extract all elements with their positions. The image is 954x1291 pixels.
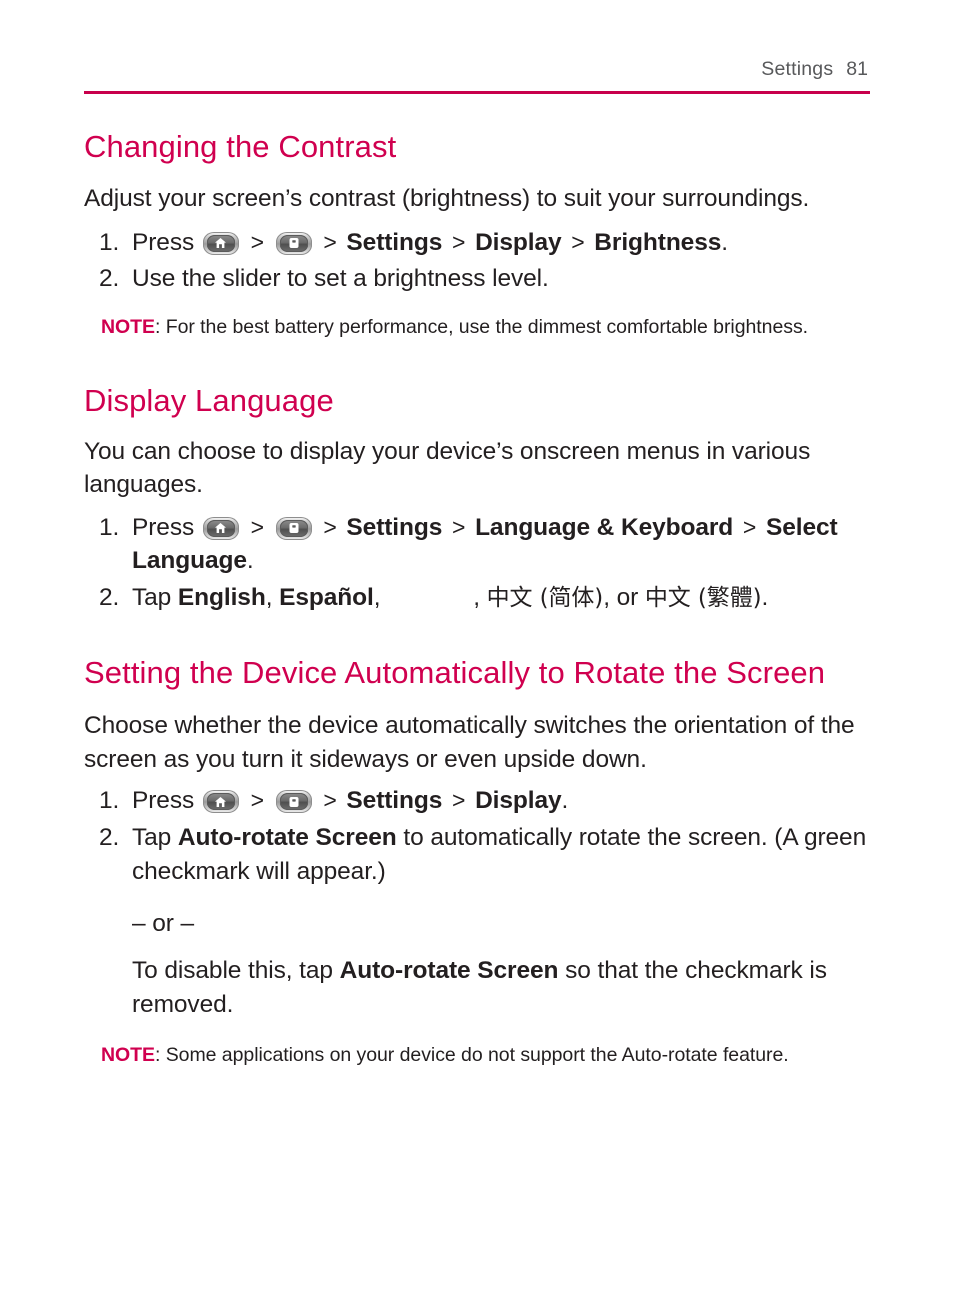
page-header: Settings 81 [84, 0, 870, 81]
step-number: 2. [99, 584, 120, 612]
section-body-display-language: You can choose to display your device’s … [84, 437, 811, 499]
step-separator: > [452, 513, 466, 540]
step-separator: > [250, 228, 264, 255]
step-separator: > [323, 228, 337, 255]
step-separator: > [323, 787, 337, 814]
step-text-tap: Tap [132, 823, 172, 851]
menu-key-icon [275, 231, 312, 255]
page-bottom-spacer [84, 1068, 870, 1069]
alternate-prefix: To disable this, tap [132, 957, 333, 985]
steps-list-display-language: 1. Press > > Settings > Language & Keybo… [84, 502, 870, 615]
step-number: 1. [99, 787, 120, 815]
conjunction-or: , or [603, 584, 639, 612]
language-option-simplified-chinese: 中文 (简体) [486, 585, 604, 612]
language-option-espanol: Español [279, 584, 374, 612]
page-number: 81 [846, 58, 868, 80]
steps-list-changing-the-contrast: 1. Press > > Settings > Display > Bright… [84, 216, 870, 297]
step-number: 2. [99, 265, 120, 293]
step-separator: > [452, 228, 466, 255]
section-body-auto-rotate-screen: Choose whether the device automatically … [84, 712, 855, 773]
step-period: . [721, 228, 728, 256]
step-bold-brightness: Brightness [594, 228, 722, 256]
section-title-auto-rotate-screen: Setting the Device Automatically to Rota… [84, 655, 826, 691]
step-text-press: Press [132, 513, 195, 541]
steps-list-auto-rotate-screen: 1. Press > > Settings > Display. 2. Tap … [84, 776, 870, 1022]
step-text-tap: Tap [132, 584, 172, 612]
step-item: 2. Tap Auto-rotate Screen to automatical… [84, 821, 870, 1022]
step-number: 1. [99, 513, 120, 541]
setting-name-auto-rotate-screen: Auto-rotate Screen [177, 823, 397, 851]
or-divider: – or – [132, 909, 195, 937]
note-label: NOTE [101, 316, 155, 339]
step-bold-settings: Settings [346, 228, 443, 256]
note-label: NOTE [101, 1043, 155, 1066]
step-period: . [761, 584, 769, 612]
step-item: 2. Tap English, Español, , 中文 (简体), or 中… [84, 581, 870, 615]
step-separator: > [742, 513, 757, 540]
step-number: 2. [99, 823, 120, 851]
note-callout-auto-rotate: NOTE: Some applications on your device d… [84, 1022, 870, 1068]
step-separator: > [452, 787, 466, 814]
step-bold-language-keyboard: Language & Keyboard [475, 513, 734, 541]
note-callout-brightness: NOTE: For the best battery performance, … [84, 296, 870, 340]
step-separator: > [250, 513, 264, 540]
setting-name-auto-rotate-screen: Auto-rotate Screen [339, 957, 559, 985]
step-period: . [246, 547, 254, 575]
step-bold-display: Display [475, 787, 562, 815]
section-title-display-language: Display Language [84, 382, 334, 418]
comma: , [473, 584, 480, 612]
step-separator: > [571, 228, 585, 255]
section-title-changing-the-contrast: Changing the Contrast [84, 129, 397, 164]
menu-key-icon [275, 790, 312, 814]
home-key-icon [202, 516, 239, 540]
note-text: : Some applications on your device do no… [154, 1043, 789, 1066]
step-text-press: Press [132, 787, 195, 815]
language-option-english: English [177, 584, 266, 612]
home-key-icon [202, 231, 239, 255]
step-item: 1. Press > > [84, 784, 870, 818]
step-text: Use the slider to set a brightness level… [132, 265, 549, 293]
menu-key-icon [275, 516, 312, 540]
language-option-traditional-chinese: 中文 (繁體) [644, 585, 762, 612]
home-key-icon [202, 790, 239, 814]
note-text: : For the best battery performance, use … [154, 316, 809, 339]
manual-page: Settings 81 Changing the Contrast Adjust… [0, 0, 954, 1291]
comma: , [373, 584, 381, 612]
step-number: 1. [99, 228, 120, 256]
alternate-instruction: To disable this, tap Auto-rotate Screen … [132, 940, 870, 1022]
step-bold-settings: Settings [346, 787, 443, 815]
step-item: 1. Press > > [84, 511, 870, 579]
step-bold-settings: Settings [346, 513, 443, 541]
step-separator: > [250, 787, 264, 814]
step-bold-display: Display [475, 228, 562, 256]
header-chapter-label: Settings [761, 58, 834, 80]
step-item: 1. Press > > [84, 226, 870, 260]
comma: , [265, 584, 273, 612]
step-separator: > [323, 513, 337, 540]
step-item: 2. Use the slider to set a brightness le… [84, 262, 870, 296]
section-body-changing-the-contrast: Adjust your screen’s contrast (brightnes… [84, 185, 810, 213]
step-period: . [561, 787, 569, 815]
step-text-press: Press [132, 228, 195, 256]
